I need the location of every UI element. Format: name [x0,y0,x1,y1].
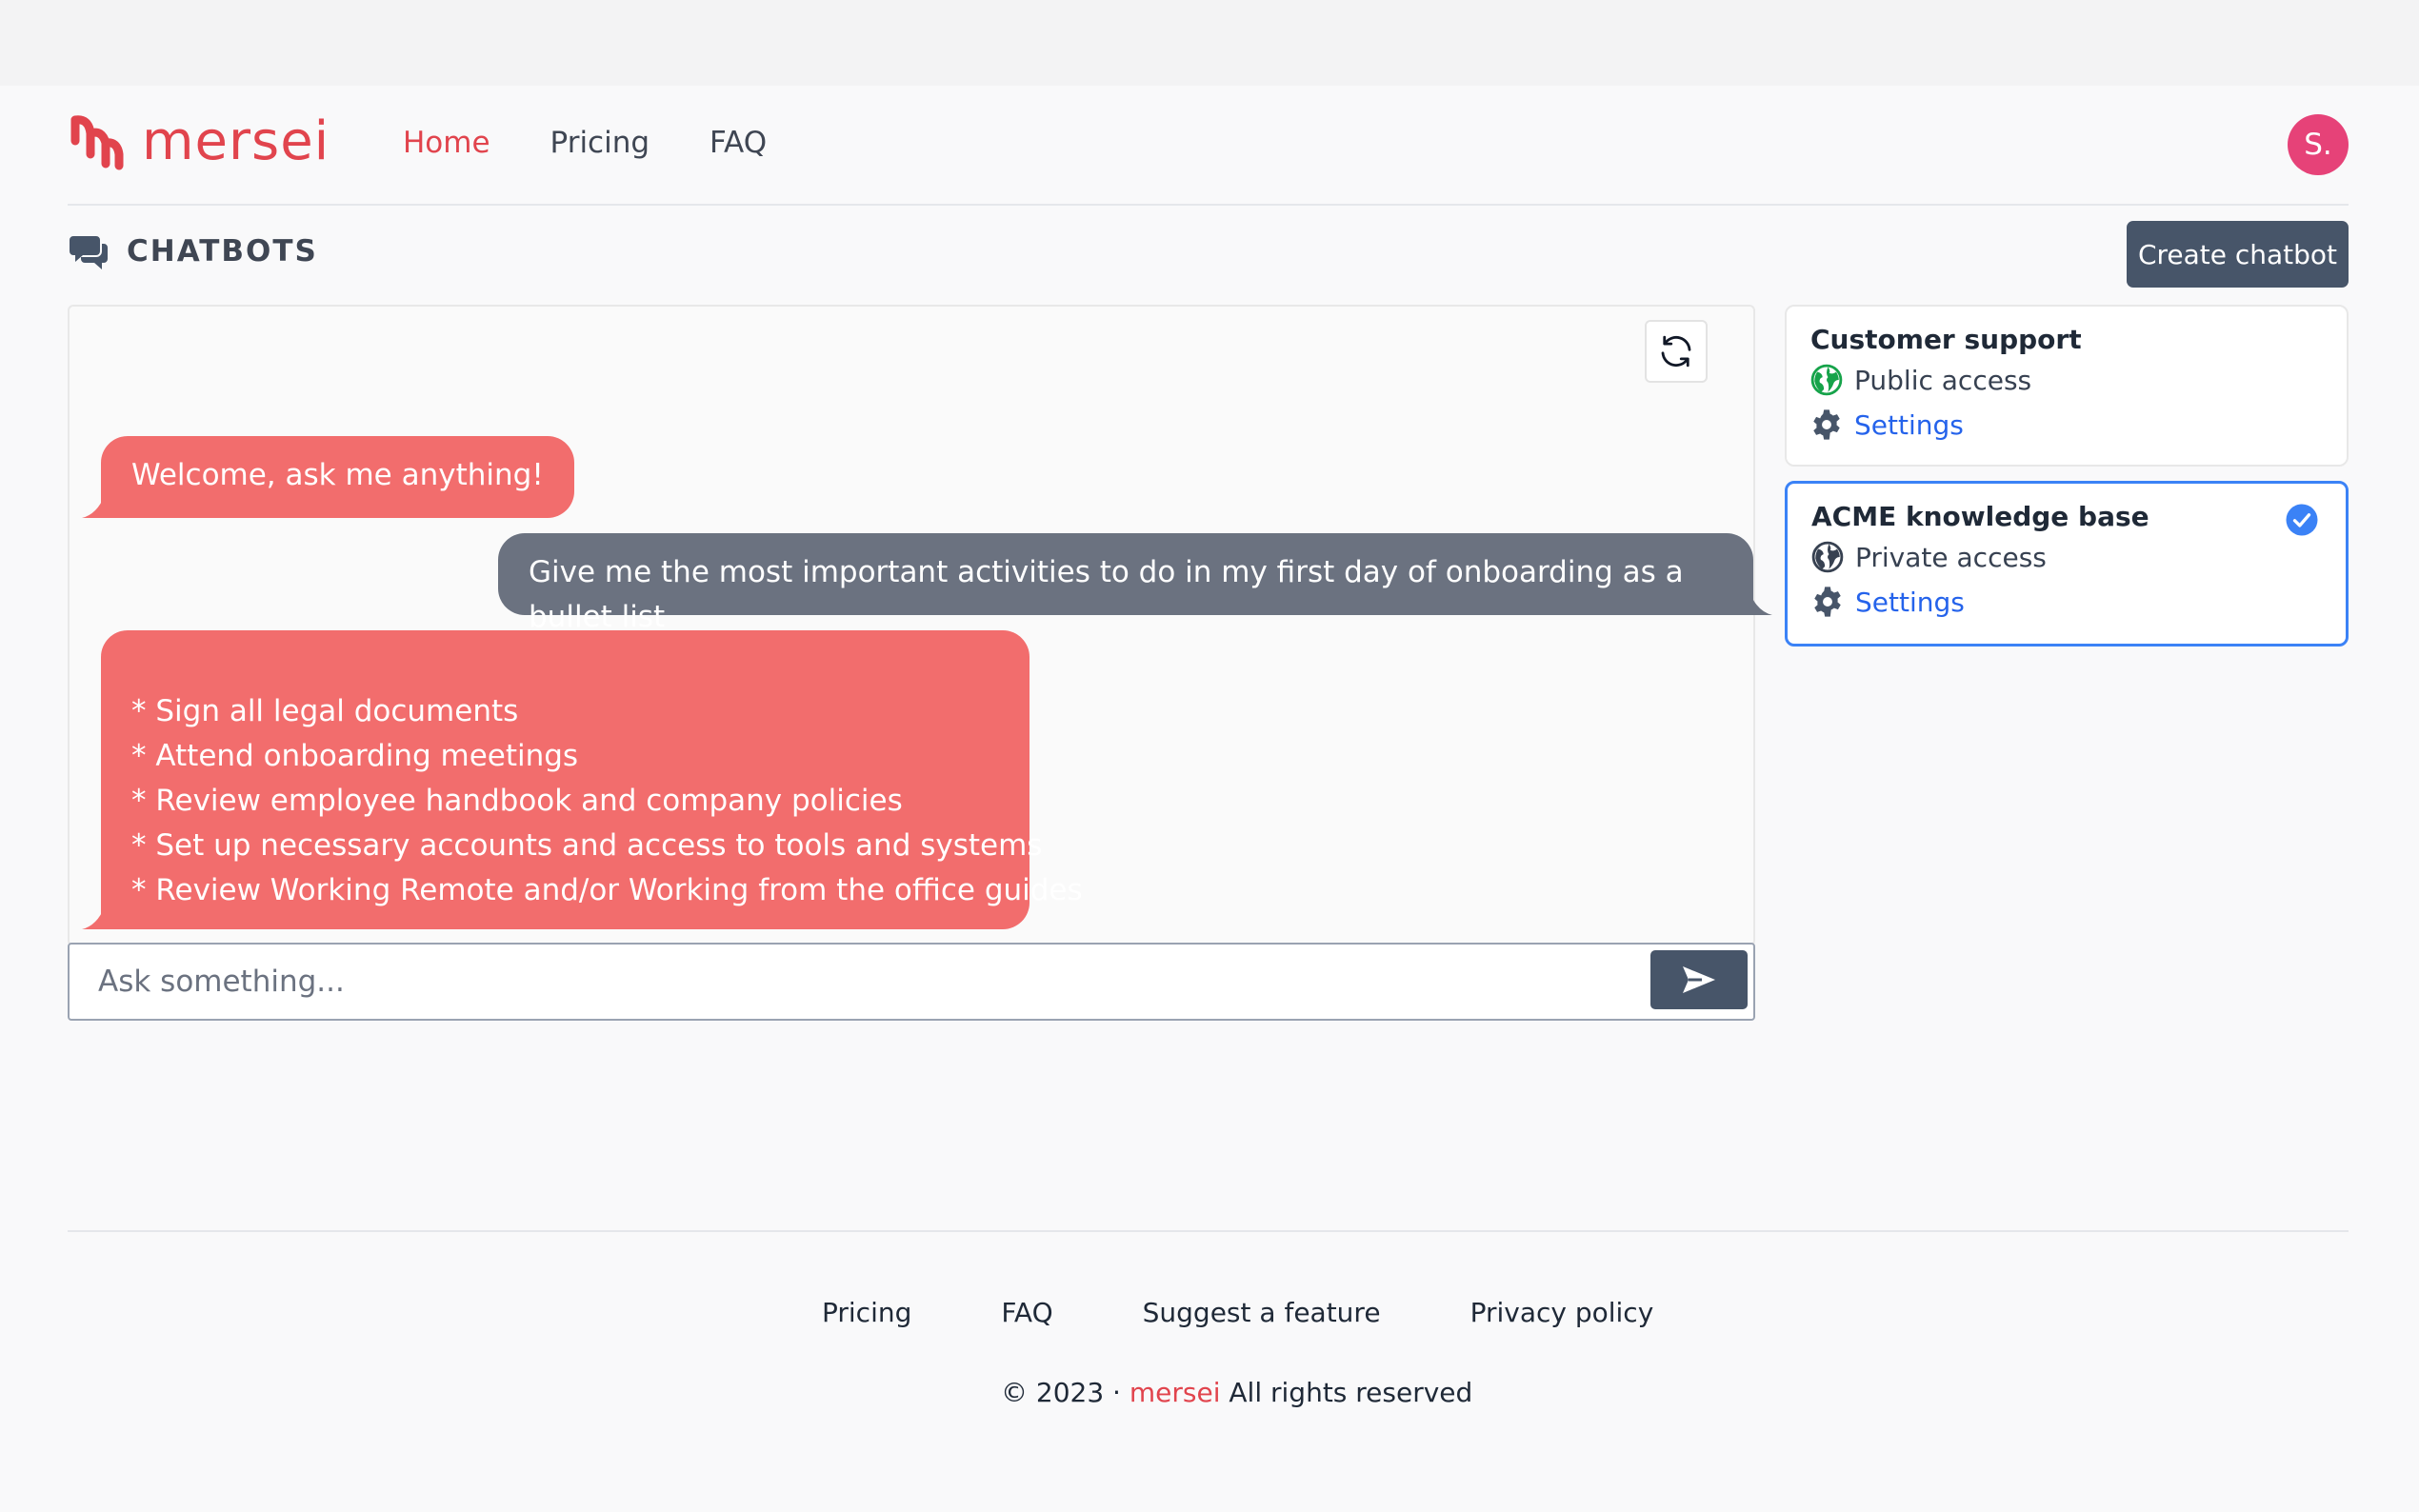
gear-icon [1814,587,1841,617]
bubble-tail [82,906,105,929]
message-text: Give me the most important activities to… [529,555,1684,634]
list-item: * Review Working Remote and/or Working f… [131,873,1083,907]
footer-link-privacy-policy[interactable]: Privacy policy [1470,1297,1654,1328]
settings-link[interactable]: Settings [1811,586,1965,618]
globe-icon [1810,364,1843,396]
footer-link-suggest-feature[interactable]: Suggest a feature [1143,1297,1381,1328]
copyright: © 2023 · mersei All rights reserved [1001,1377,1472,1408]
message-input-row [68,943,1755,1021]
access-row: Public access [1810,364,2031,396]
chat-window[interactable]: Welcome, ask me anything! Give me the mo… [68,305,1772,946]
access-label: Private access [1855,541,2047,573]
chatbot-card-selected[interactable]: ACME knowledge base Private access Setti… [1785,481,2349,647]
settings-label[interactable]: Settings [1854,409,1964,441]
top-band [0,0,2419,86]
list-item: * Sign all legal documents [131,694,519,728]
globe-icon [1811,541,1844,573]
settings-link[interactable]: Settings [1810,408,1964,441]
create-chatbot-button[interactable]: Create chatbot [2127,221,2349,288]
chatbot-name: ACME knowledge base [1811,501,2149,532]
copyright-prefix: © 2023 · [1001,1377,1121,1408]
gear-icon [1813,409,1840,440]
page: mersei Home Pricing FAQ S. CHATBOTS Crea… [68,86,2349,303]
settings-label[interactable]: Settings [1855,587,1965,618]
list-item: * Review employee handbook and company p… [131,784,903,818]
access-row: Private access [1811,541,2047,573]
access-label: Public access [1854,364,2032,396]
footer: Pricing FAQ Suggest a feature Privacy po… [68,1230,2349,1408]
copyright-suffix: All rights reserved [1229,1377,1473,1408]
bullet-list: * Sign all legal documents * Attend onbo… [131,689,1083,913]
footer-link-faq[interactable]: FAQ [1001,1297,1052,1328]
refresh-button[interactable] [1645,320,1708,383]
footer-links: Pricing FAQ Suggest a feature Privacy po… [822,1297,1743,1328]
message-text: Welcome, ask me anything! [131,458,544,492]
send-icon [1683,966,1715,993]
check-circle-icon [2286,504,2318,536]
footer-link-pricing[interactable]: Pricing [822,1297,911,1328]
bot-message: * Sign all legal documents * Attend onbo… [82,630,1083,929]
bubble-tail [82,495,105,518]
bot-message: Welcome, ask me anything! [82,436,574,518]
user-message: Give me the most important activities to… [498,533,1772,634]
chatbot-name: Customer support [1810,324,2082,355]
message-input[interactable] [98,945,1622,1019]
send-button[interactable] [1650,950,1748,1009]
refresh-icon [1661,335,1691,368]
list-item: * Set up necessary accounts and access t… [131,828,1043,863]
avatar[interactable]: S. [2288,114,2349,175]
chatbot-card[interactable]: Customer support Public access Settings [1785,305,2349,467]
bubble-tail [1749,592,1772,615]
copyright-brand-link[interactable]: mersei [1130,1377,1221,1408]
list-item: * Attend onboarding meetings [131,739,579,773]
